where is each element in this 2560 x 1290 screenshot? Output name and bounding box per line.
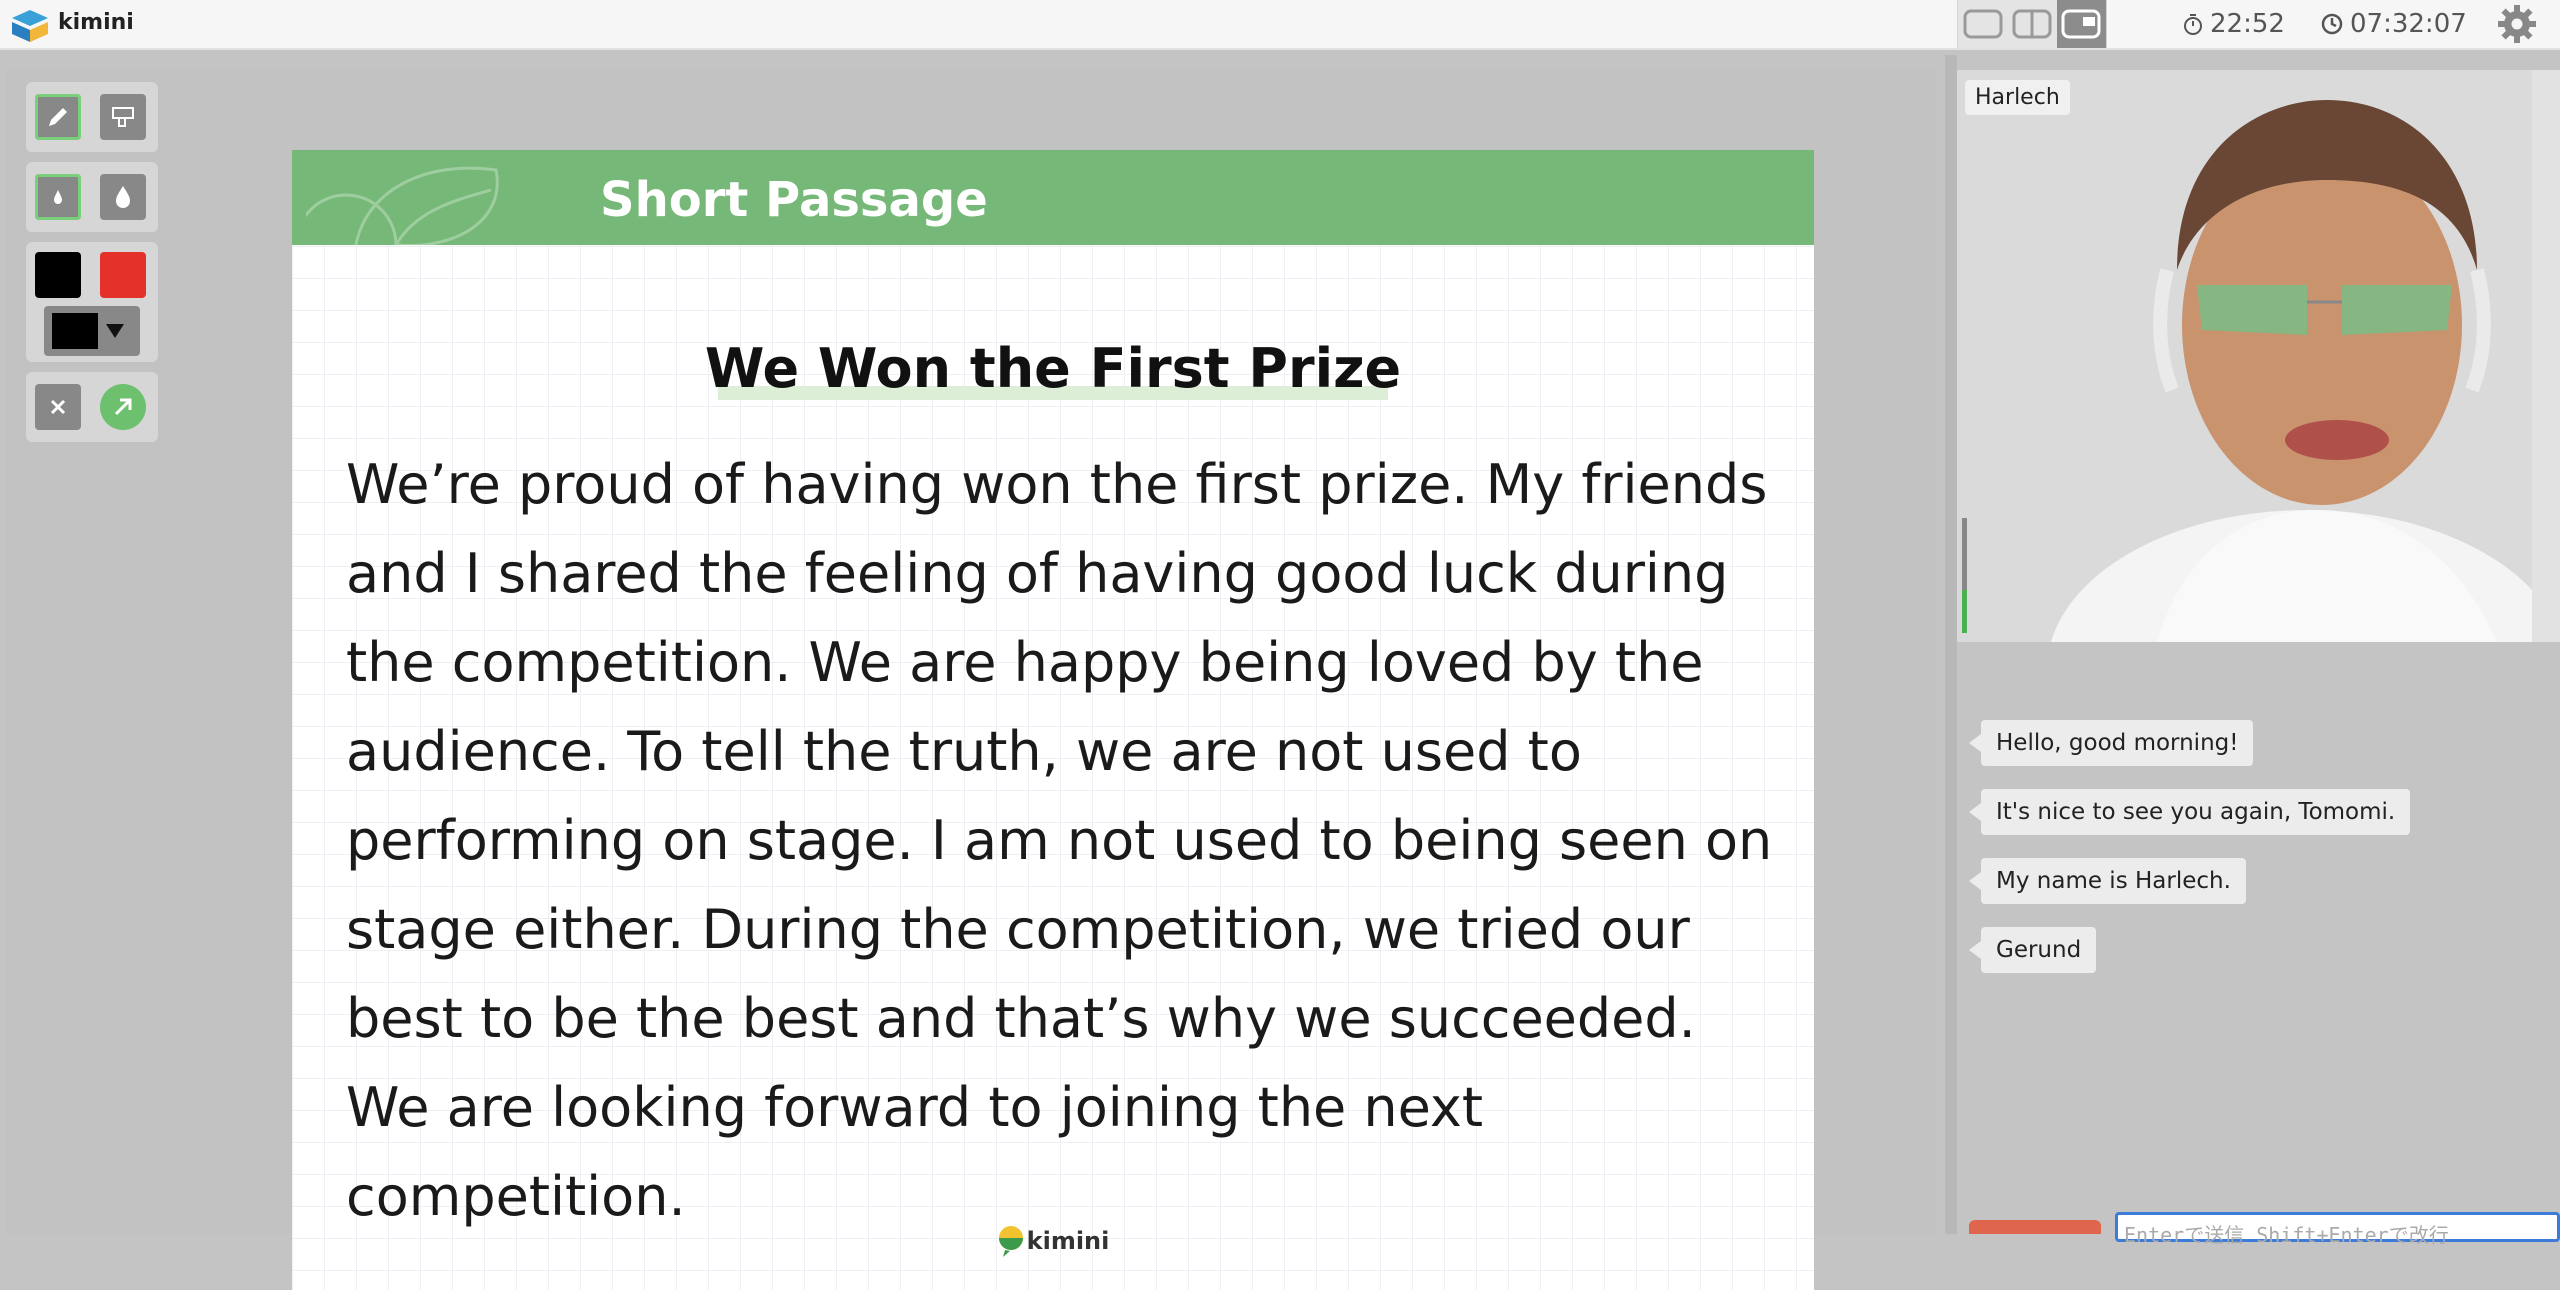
action-tool-group	[26, 372, 158, 442]
top-bar: kimini 22:52 07:32:07	[0, 0, 2560, 50]
video-frame-image	[1957, 70, 2560, 642]
passage-line: and I shared the feeling of having good …	[346, 542, 1729, 605]
eraser-icon	[112, 107, 134, 127]
close-icon	[50, 399, 66, 415]
kimini-globe-icon	[998, 1226, 1023, 1257]
passage-line: We are looking forward to joining the ne…	[346, 1076, 1484, 1139]
pen-icon	[49, 108, 67, 126]
red-color-button[interactable]	[100, 252, 146, 298]
leaf-decoration-icon	[306, 166, 499, 245]
volume-level	[1962, 590, 1967, 633]
thick-brush-button[interactable]	[100, 174, 146, 220]
current-time: 07:32:07	[2320, 6, 2467, 42]
passage-text: We’re proud of having won the first priz…	[346, 440, 1776, 1241]
chat-message: Gerund	[1968, 927, 2097, 973]
layout-split-icon	[2012, 9, 2052, 39]
passage-line: audience. To tell the truth, we are not …	[346, 720, 1582, 783]
passage-line: performing on stage. I am not used to be…	[346, 809, 1773, 872]
timer-value: 22:52	[2210, 9, 2285, 39]
layout-sidebar-icon	[2061, 9, 2101, 39]
participant-name: Harlech	[1965, 80, 2070, 115]
passage-line: We’re proud of having won the first priz…	[346, 453, 1768, 516]
chevron-down-icon	[106, 324, 124, 338]
small-drop-icon	[54, 190, 62, 204]
chat-input[interactable]: Enterで送信 Shift+Enterで改行	[2115, 1212, 2560, 1247]
pen-tool-button[interactable]	[35, 94, 81, 140]
layout-single-button[interactable]	[1958, 0, 2007, 48]
passage-title: We Won the First Prize	[704, 337, 1402, 400]
layout-sidebar-button[interactable]	[2056, 0, 2106, 48]
lesson-timer: 22:52	[2182, 6, 2285, 42]
clock-icon	[2321, 13, 2343, 35]
chat-message: Hello, good morning!	[1968, 720, 2254, 766]
passage-line: stage either. During the competition, we…	[346, 898, 1690, 961]
tutor-video: Harlech	[1957, 70, 2560, 642]
custom-color-dropdown[interactable]	[44, 306, 140, 356]
right-panel: Harlech Hello, good morning! It's nice t…	[1957, 70, 2560, 1247]
large-drop-icon	[116, 186, 130, 208]
chat-message: My name is Harlech.	[1969, 858, 2246, 904]
panel-divider[interactable]	[1945, 55, 1957, 1234]
thin-brush-button[interactable]	[35, 174, 81, 220]
slide-section-title: Short Passage	[600, 172, 988, 228]
eraser-tool-button[interactable]	[100, 94, 146, 140]
color-picker-group	[26, 242, 158, 362]
send-button[interactable]	[1969, 1220, 2101, 1234]
chat-message: It's nice to see you again, Tomomi.	[1968, 789, 2411, 835]
footer-brand: kimini	[1026, 1227, 1110, 1255]
passage-line: the competition. We are happy being love…	[346, 631, 1704, 694]
kimini-logo-icon	[12, 10, 48, 42]
draw-tool-group	[26, 82, 158, 152]
clock-value: 07:32:07	[2350, 9, 2467, 39]
passage-line: best to be the best and that’s why we su…	[346, 987, 1696, 1050]
slide-footer: kimini	[292, 1224, 1814, 1258]
arrow-up-right-icon	[114, 398, 132, 416]
brush-size-group	[26, 162, 158, 232]
gear-icon[interactable]	[2495, 2, 2539, 46]
clear-button[interactable]	[35, 384, 81, 430]
pointer-button[interactable]	[100, 384, 146, 430]
black-color-button[interactable]	[35, 252, 81, 298]
app-name: kimini	[58, 10, 134, 35]
slide-header: Short Passage	[292, 150, 1814, 245]
stopwatch-icon	[2184, 14, 2202, 35]
current-color-swatch	[52, 313, 98, 349]
layout-split-button[interactable]	[2007, 0, 2056, 48]
layout-switcher	[1957, 0, 2107, 48]
layout-single-icon	[1963, 9, 2003, 39]
whiteboard-area: Short Passage We Won the First Prize We’…	[6, 70, 1937, 1290]
lesson-slide: Short Passage We Won the First Prize We’…	[292, 150, 1814, 1290]
